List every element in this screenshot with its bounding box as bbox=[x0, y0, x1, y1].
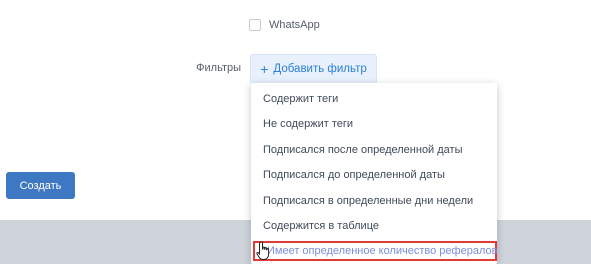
whatsapp-checkbox[interactable] bbox=[249, 19, 261, 31]
menu-item-subscribed-weekdays[interactable]: Подписался в определенные дни недели bbox=[251, 190, 497, 212]
add-filter-label: Добавить фильтр bbox=[273, 63, 367, 75]
filters-label: Фильтры bbox=[196, 62, 241, 74]
menu-item-subscribed-before-date[interactable]: Подписался до определенной даты bbox=[251, 164, 497, 186]
plus-icon: + bbox=[260, 61, 269, 77]
whatsapp-label: WhatsApp bbox=[269, 19, 320, 31]
add-filter-button[interactable]: + Добавить фильтр bbox=[250, 54, 377, 84]
create-button[interactable]: Создать bbox=[6, 172, 75, 199]
menu-item-subscribed-after-date[interactable]: Подписался после определенной даты bbox=[251, 139, 497, 161]
hand-pointer-icon bbox=[256, 241, 270, 260]
menu-item-referrals-count[interactable]: Имеет определенное количество рефералов bbox=[253, 241, 497, 261]
create-button-label: Создать bbox=[19, 179, 62, 192]
menu-item-contains-tags[interactable]: Содержит теги bbox=[251, 88, 497, 110]
whatsapp-option[interactable]: WhatsApp bbox=[249, 15, 320, 35]
filter-dropdown-menu: Содержит теги Не содержит теги Подписалс… bbox=[251, 83, 497, 264]
menu-item-not-contains-tags[interactable]: Не содержит теги bbox=[251, 113, 497, 135]
menu-item-in-table[interactable]: Содержится в таблице bbox=[251, 215, 497, 237]
